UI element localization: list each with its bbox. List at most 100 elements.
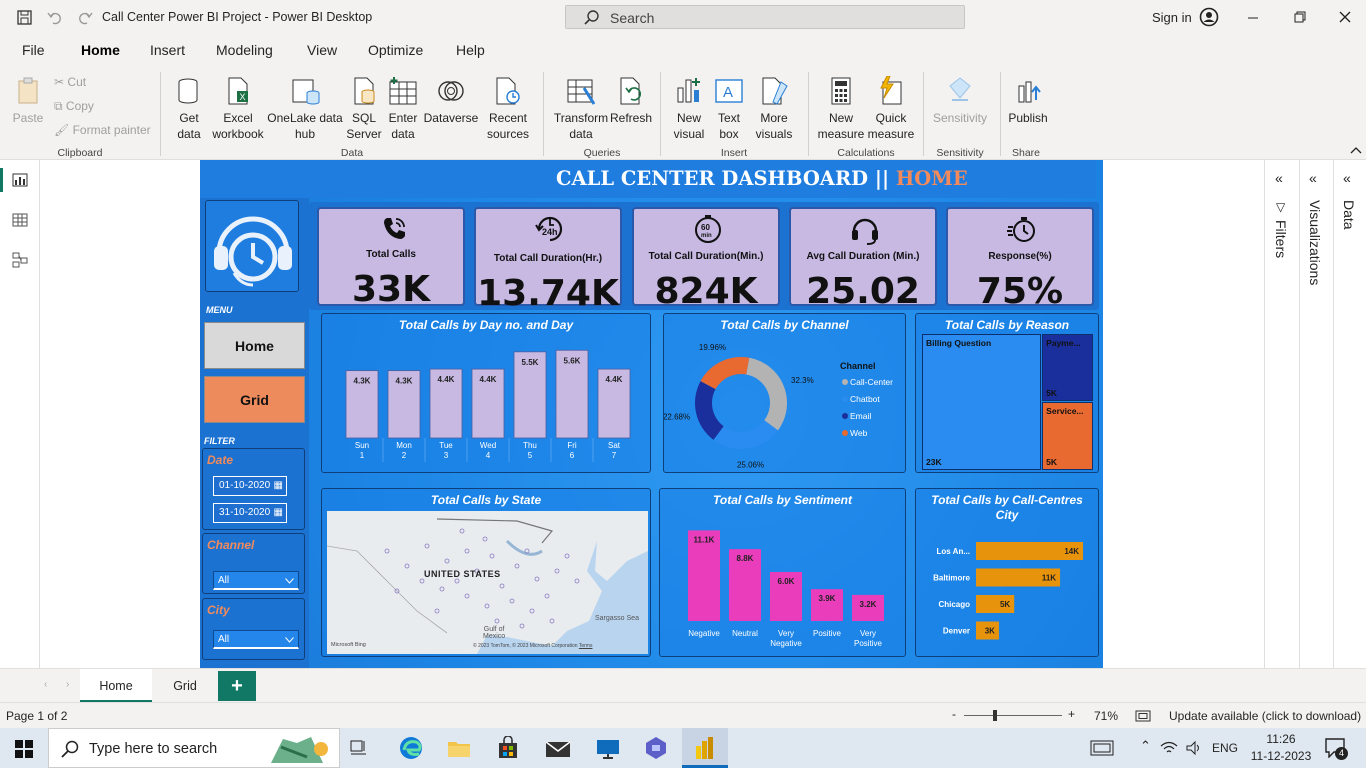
treemap-tile[interactable]: Billing Question 23K xyxy=(922,334,1042,470)
enter-data-button[interactable]: Enter data xyxy=(384,76,422,142)
zoom-slider[interactable] xyxy=(964,715,1062,716)
city-dropdown[interactable]: All xyxy=(213,630,299,649)
expand-visualizations-icon[interactable]: « xyxy=(1309,170,1317,186)
redo-icon[interactable] xyxy=(77,10,93,26)
minimize-icon[interactable] xyxy=(1247,12,1259,24)
clock-date[interactable]: 11-12-2023 xyxy=(1248,749,1314,763)
new-measure-button[interactable]: New measure xyxy=(816,76,866,142)
sensitivity-button[interactable]: Sensitivity xyxy=(930,76,990,126)
paste-button[interactable]: Paste xyxy=(10,76,46,126)
refresh-button[interactable]: Refresh xyxy=(610,76,652,126)
format-painter-button[interactable]: 🖌 Format painter xyxy=(54,122,151,138)
remote-desktop-icon[interactable] xyxy=(595,736,621,760)
edge-icon[interactable] xyxy=(398,736,424,760)
recent-sources-button[interactable]: Recent sources xyxy=(482,76,534,142)
donut-slice[interactable] xyxy=(713,420,778,449)
zoom-out-icon[interactable]: - xyxy=(952,707,956,721)
expand-data-icon[interactable]: « xyxy=(1343,170,1351,186)
more-visuals-button[interactable]: More visuals xyxy=(748,76,800,142)
restore-icon[interactable] xyxy=(1294,11,1306,23)
account-icon[interactable] xyxy=(1199,7,1219,27)
scroll-left-icon[interactable]: ‹ xyxy=(44,679,47,690)
treemap-tile[interactable]: Payme... 5K xyxy=(1042,334,1093,401)
add-page-button[interactable]: + xyxy=(218,671,256,701)
copy-button[interactable]: ⧉ Copy xyxy=(54,98,94,114)
city-axis-label: Baltimore xyxy=(933,574,970,583)
file-explorer-icon[interactable] xyxy=(447,738,471,758)
channel-legend-item[interactable]: Web xyxy=(842,428,867,438)
table-view-icon[interactable] xyxy=(12,212,28,228)
windows-start-icon[interactable] xyxy=(15,740,33,758)
report-view-icon[interactable] xyxy=(12,172,28,188)
tab-view[interactable]: View xyxy=(307,42,337,58)
refresh-icon xyxy=(620,77,642,105)
channel-legend-item[interactable]: Chatbot xyxy=(842,394,880,404)
text-box-button[interactable]: A Text box xyxy=(712,76,746,142)
channel-legend-item[interactable]: Email xyxy=(842,411,871,421)
power-bi-taskbar-button[interactable] xyxy=(682,728,728,768)
scroll-right-icon[interactable]: › xyxy=(66,679,69,690)
network-icon[interactable] xyxy=(1160,741,1178,755)
treemap-tile[interactable]: Service... 5K xyxy=(1042,402,1093,470)
ribbon-separator xyxy=(543,72,544,156)
page-tab-grid[interactable]: Grid xyxy=(154,669,216,703)
mail-icon[interactable] xyxy=(545,738,571,758)
donut-slice[interactable] xyxy=(746,357,787,431)
task-view-icon[interactable] xyxy=(350,740,368,756)
expand-filters-icon[interactable]: « xyxy=(1275,170,1283,186)
language-indicator[interactable]: ENG xyxy=(1212,741,1238,755)
nav-home-button[interactable]: Home xyxy=(204,322,305,369)
microsoft-store-icon[interactable] xyxy=(497,736,519,760)
sql-server-button[interactable]: SQL Server xyxy=(344,76,384,142)
zoom-in-icon[interactable]: + xyxy=(1068,707,1075,721)
donut-slice[interactable] xyxy=(700,357,750,390)
data-group-label: Data xyxy=(340,147,364,159)
treemap-tile-name: Payme... xyxy=(1046,338,1081,348)
quick-measure-button[interactable]: Quick measure xyxy=(866,75,916,142)
donut-slice[interactable] xyxy=(695,381,724,440)
filters-pane-label[interactable]: Filters xyxy=(1273,220,1289,258)
date-to-input[interactable]: 31-10-2020 ▦ xyxy=(213,503,287,523)
dataverse-button[interactable]: Dataverse xyxy=(422,76,480,126)
tab-file[interactable]: File xyxy=(22,42,45,58)
copilot-icon[interactable] xyxy=(644,736,668,760)
visualizations-pane-label[interactable]: Visualizations xyxy=(1307,200,1323,285)
zoom-slider-thumb[interactable] xyxy=(993,710,997,721)
get-data-button[interactable]: Get data xyxy=(168,76,210,142)
channel-legend-item[interactable]: Call-Center xyxy=(842,377,893,387)
publish-button[interactable]: Publish xyxy=(1006,76,1050,126)
date-from-input[interactable]: 01-10-2020 ▦ xyxy=(213,476,287,496)
channel-dropdown[interactable]: All xyxy=(213,571,299,590)
undo-icon[interactable] xyxy=(47,10,63,26)
excel-workbook-button[interactable]: X Excel workbook xyxy=(210,76,266,142)
tab-optimize[interactable]: Optimize xyxy=(368,42,423,58)
tab-modeling[interactable]: Modeling xyxy=(216,42,273,58)
page-tab-home[interactable]: Home xyxy=(80,669,152,703)
search-box[interactable]: Search xyxy=(565,5,965,29)
tab-home[interactable]: Home xyxy=(81,42,120,69)
new-visual-button[interactable]: New visual xyxy=(670,76,708,142)
nav-grid-button[interactable]: Grid xyxy=(204,376,305,423)
onelake-button[interactable]: OneLake data hub xyxy=(266,76,344,142)
tray-chevron-icon[interactable]: ⌃ xyxy=(1140,738,1151,754)
phone-icon xyxy=(384,218,405,239)
volume-icon[interactable] xyxy=(1186,741,1202,755)
tab-help[interactable]: Help xyxy=(456,42,485,58)
keyboard-layout-icon[interactable] xyxy=(1090,740,1114,756)
cut-button[interactable]: ✂ Cut xyxy=(54,74,86,90)
data-pane-label[interactable]: Data xyxy=(1341,200,1357,230)
fit-to-page-icon[interactable] xyxy=(1135,710,1151,722)
clock-time[interactable]: 11:26 xyxy=(1254,732,1308,746)
close-icon[interactable] xyxy=(1339,11,1351,23)
taskbar-search[interactable]: Type here to search xyxy=(48,728,340,768)
sign-in-link[interactable]: Sign in xyxy=(1152,10,1192,25)
model-view-icon[interactable] xyxy=(12,252,28,268)
us-map[interactable]: UNITED STATES Gulf of Mexico Sargasso Se… xyxy=(327,511,648,654)
map-terms-link[interactable]: Terms xyxy=(579,643,593,649)
tab-insert[interactable]: Insert xyxy=(150,42,185,58)
legend-dot-icon xyxy=(842,413,848,419)
transform-data-button[interactable]: Transform data xyxy=(552,76,610,142)
update-available-link[interactable]: Update available (click to download) xyxy=(1169,709,1361,723)
collapse-ribbon-icon[interactable] xyxy=(1350,146,1362,154)
save-icon[interactable] xyxy=(17,10,33,26)
